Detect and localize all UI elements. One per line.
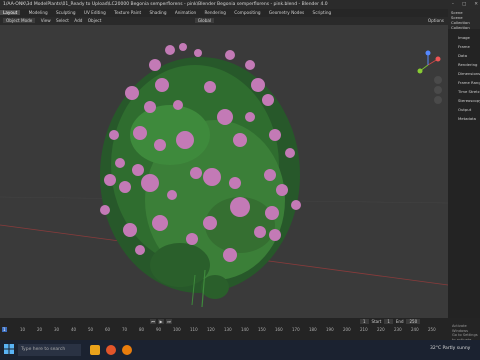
tab-animation[interactable]: Animation xyxy=(175,10,196,15)
prop-data[interactable]: Data xyxy=(458,51,478,60)
outliner-item[interactable]: Scene Collection xyxy=(451,15,477,25)
frame-tick-label: 40 xyxy=(71,327,77,332)
maximize-icon[interactable]: □ xyxy=(462,0,466,9)
property-list: Image Frame Data Rendering Dimensions Fr… xyxy=(448,29,480,123)
frame-tick-label: 50 xyxy=(88,327,94,332)
file-explorer-icon[interactable] xyxy=(90,345,100,355)
close-icon[interactable]: ✕ xyxy=(474,0,478,9)
window-title: 1/AA-ONK\3d ModelPlants\01_Ready to Uplo… xyxy=(3,2,328,7)
3d-viewport[interactable] xyxy=(0,25,448,318)
start-frame[interactable]: 1 xyxy=(384,319,393,324)
workspace-tabs: Layout Modeling Sculpting UV Editing Tex… xyxy=(0,9,480,17)
prop-dimensions[interactable]: Dimensions xyxy=(458,69,480,78)
frame-tick-label: 240 xyxy=(411,327,419,332)
tab-sculpting[interactable]: Sculpting xyxy=(56,10,76,15)
add-menu[interactable]: Add xyxy=(74,18,82,23)
playhead[interactable]: 1 xyxy=(2,327,7,332)
frame-range: 1 Start 1 End 250 xyxy=(360,319,421,324)
prop-metadata[interactable]: Metadata xyxy=(458,114,478,123)
frame-tick-label: 30 xyxy=(54,327,60,332)
transform-orientation[interactable]: Global xyxy=(194,18,215,23)
options-button[interactable]: Options xyxy=(428,17,444,25)
play-icon[interactable]: ▶ xyxy=(158,319,164,324)
frame-tick-label: 220 xyxy=(377,327,385,332)
frame-tick-label: 130 xyxy=(224,327,232,332)
frame-tick-label: 230 xyxy=(394,327,402,332)
frame-tick-label: 170 xyxy=(292,327,300,332)
frame-tick-label: 10 xyxy=(20,327,26,332)
tab-scripting[interactable]: Scripting xyxy=(313,10,332,15)
frame-ruler[interactable]: 1 10 20 30 40 50 60 70 80 90 100 110 120 130 140 150 16… xyxy=(0,327,480,332)
weather-widget[interactable]: 32°C Partly sunny xyxy=(430,346,470,351)
frame-tick-label: 120 xyxy=(207,327,215,332)
object-menu[interactable]: Object xyxy=(88,18,102,23)
frame-tick-label: 150 xyxy=(258,327,266,332)
frame-tick-label: 20 xyxy=(37,327,43,332)
frame-tick-label: 90 xyxy=(156,327,162,332)
prop-stereoscopy[interactable]: Stereoscopy xyxy=(458,96,480,105)
timeline[interactable]: ⏮ ▶ ⏭ 1 Start 1 End 250 1 10 20 30 40 50 60 70… xyxy=(0,318,480,346)
current-frame[interactable]: 1 xyxy=(360,319,369,324)
blender-icon[interactable] xyxy=(122,345,132,355)
tab-texture-paint[interactable]: Texture Paint xyxy=(114,10,141,15)
tab-geometry-nodes[interactable]: Geometry Nodes xyxy=(269,10,304,15)
frame-tick-label: 70 xyxy=(122,327,128,332)
frame-tick-label: 60 xyxy=(105,327,111,332)
frame-tick-label: 190 xyxy=(326,327,334,332)
window-titlebar: 1/AA-ONK\3d ModelPlants\01_Ready to Uplo… xyxy=(0,0,480,9)
tab-uv-editing[interactable]: UV Editing xyxy=(84,10,106,15)
windows-start-icon[interactable] xyxy=(4,344,14,354)
tab-layout[interactable]: Layout xyxy=(0,10,21,15)
tab-compositing[interactable]: Compositing xyxy=(234,10,260,15)
prop-time-stretching[interactable]: Time Stretching xyxy=(458,87,480,96)
frame-tick-label: 200 xyxy=(343,327,351,332)
search-box[interactable]: Type here to search xyxy=(18,344,81,356)
tab-modeling[interactable]: Modeling xyxy=(29,10,48,15)
frame-tick-label: 80 xyxy=(139,327,145,332)
frame-tick-label: 140 xyxy=(241,327,249,332)
tab-shading[interactable]: Shading xyxy=(149,10,166,15)
properties-panel: Scene Scene Collection Collection Image … xyxy=(448,9,480,318)
end-frame[interactable]: 250 xyxy=(406,319,421,324)
navigation-gizmo[interactable] xyxy=(417,50,441,74)
end-label: End xyxy=(395,319,404,324)
playback-controls: ⏮ ▶ ⏭ xyxy=(150,319,172,324)
start-label: Start xyxy=(371,319,382,324)
prop-frame[interactable]: Frame xyxy=(458,42,478,51)
frame-tick-label: 160 xyxy=(275,327,283,332)
prop-output[interactable]: Output xyxy=(458,105,478,114)
prop-image[interactable]: Image xyxy=(458,33,478,42)
frame-tick-label: 110 xyxy=(190,327,198,332)
select-menu[interactable]: Select xyxy=(56,18,69,23)
frame-tick-label: 100 xyxy=(173,327,181,332)
prop-rendering[interactable]: Rendering xyxy=(458,60,478,69)
jump-end-icon[interactable]: ⏭ xyxy=(166,319,172,324)
view-menu[interactable]: View xyxy=(41,18,51,23)
viewport-header: Object Mode View Select Add Object Globa… xyxy=(0,17,448,25)
chrome-icon[interactable] xyxy=(106,345,116,355)
begonia-plant[interactable] xyxy=(100,43,301,308)
outliner: Scene Scene Collection Collection xyxy=(448,9,480,30)
windows-taskbar: Type here to search 32°C Partly sunny xyxy=(0,340,480,360)
viewport-canvas[interactable] xyxy=(0,25,448,318)
watermark-line1: Activate Windows xyxy=(452,324,469,333)
viewport-nav-buttons[interactable] xyxy=(434,76,442,104)
mode-select[interactable]: Object Mode xyxy=(3,18,36,23)
frame-tick-label: 250 xyxy=(428,327,436,332)
minimize-icon[interactable]: – xyxy=(452,0,454,9)
frame-tick-label: 180 xyxy=(309,327,317,332)
prop-frame-range[interactable]: Frame Range xyxy=(458,78,480,87)
tab-rendering[interactable]: Rendering xyxy=(205,10,226,15)
frame-tick-label: 210 xyxy=(360,327,368,332)
jump-start-icon[interactable]: ⏮ xyxy=(150,319,156,324)
